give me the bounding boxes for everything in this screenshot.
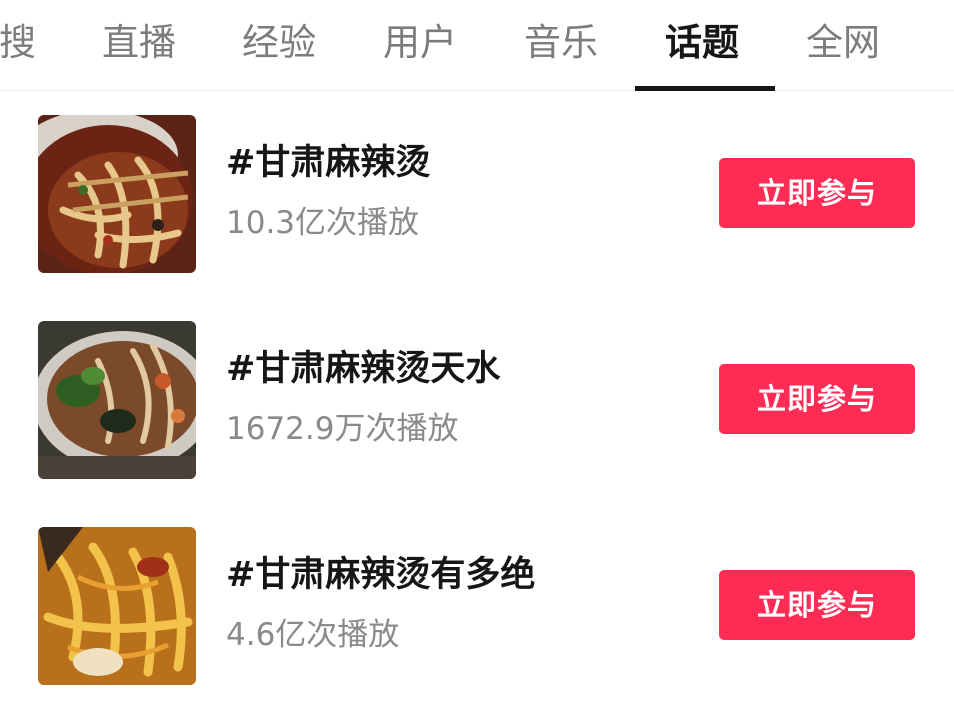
topic-title[interactable]: #甘肃麻辣烫有多绝 <box>226 553 535 597</box>
topic-title[interactable]: #甘肃麻辣烫 <box>226 141 430 185</box>
topic-view-count: 4.6亿次播放 <box>226 617 400 653</box>
join-topic-button[interactable]: 立即参与 <box>719 158 915 228</box>
active-tab-indicator <box>635 86 775 91</box>
topic-thumbnail[interactable] <box>38 115 196 273</box>
tab-topics[interactable]: 话题 <box>665 18 739 68</box>
topic-title[interactable]: #甘肃麻辣烫天水 <box>226 347 500 391</box>
topic-thumbnail[interactable] <box>38 527 196 685</box>
topic-view-count: 1672.9万次播放 <box>226 411 459 447</box>
topic-list-item[interactable]: #甘肃麻辣烫天水 1672.9万次播放 立即参与 <box>0 321 954 481</box>
tab-live[interactable]: 直播 <box>102 18 176 68</box>
tab-search[interactable]: 搜 <box>0 18 36 68</box>
join-topic-button[interactable]: 立即参与 <box>719 570 915 640</box>
join-topic-button[interactable]: 立即参与 <box>719 364 915 434</box>
tab-experience[interactable]: 经验 <box>242 18 316 68</box>
search-tab-bar: 搜 直播 经验 用户 音乐 话题 全网 <box>0 0 954 91</box>
tab-all-web[interactable]: 全网 <box>806 18 880 68</box>
topic-thumbnail[interactable] <box>38 321 196 479</box>
tab-users[interactable]: 用户 <box>383 18 457 68</box>
search-results-page: 搜 直播 经验 用户 音乐 话题 全网 #甘肃麻辣烫 10.3亿次播放 立即参与… <box>0 0 954 720</box>
topic-view-count: 10.3亿次播放 <box>226 205 420 241</box>
topic-list-item[interactable]: #甘肃麻辣烫 10.3亿次播放 立即参与 <box>0 115 954 275</box>
topic-list-item[interactable]: #甘肃麻辣烫有多绝 4.6亿次播放 立即参与 <box>0 527 954 687</box>
tab-music[interactable]: 音乐 <box>524 18 598 68</box>
